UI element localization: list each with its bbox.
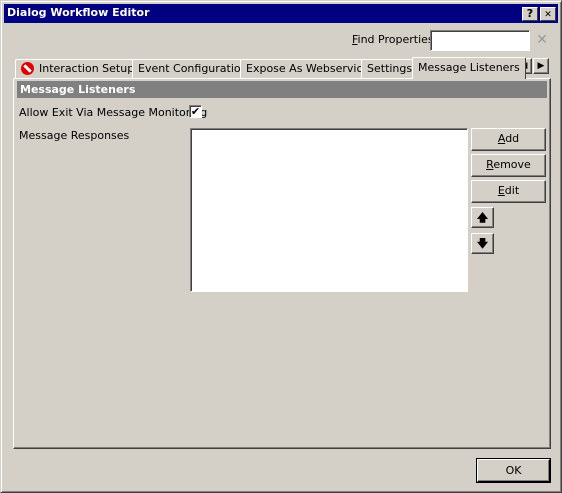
dialog-window: Dialog Workflow Editor ? ✕ Find Properti…: [0, 0, 562, 493]
tab-scroll-right-button[interactable]: ▶: [533, 58, 549, 74]
allow-exit-label: Allow Exit Via Message Monitoring: [19, 106, 208, 119]
tab-settings[interactable]: Settings: [361, 59, 419, 78]
arrow-up-icon: 🡅: [476, 211, 489, 224]
window-title: Dialog Workflow Editor: [7, 6, 150, 19]
tab-event-configuration[interactable]: Event Configuration: [132, 59, 254, 78]
tab-expose-as-webservice[interactable]: Expose As Webservice: [240, 59, 376, 78]
arrow-right-icon: ▶: [537, 61, 545, 71]
move-down-button[interactable]: 🡇: [471, 233, 494, 254]
checkmark-icon: ✔: [190, 105, 201, 118]
tab-message-listeners[interactable]: Message Listeners: [412, 57, 526, 79]
move-up-button[interactable]: 🡅: [471, 207, 494, 228]
message-listeners-panel: Message Listeners Allow Exit Via Message…: [13, 78, 551, 449]
ok-button[interactable]: OK: [476, 458, 551, 483]
message-responses-list[interactable]: [190, 128, 468, 292]
close-icon: ✕: [544, 10, 552, 20]
message-responses-label: Message Responses: [19, 129, 130, 142]
arrow-down-icon: 🡇: [476, 237, 489, 250]
close-button[interactable]: ✕: [540, 7, 556, 21]
tab-interaction-setup[interactable]: Interaction Setup: [15, 59, 141, 78]
title-bar[interactable]: Dialog Workflow Editor ? ✕: [4, 4, 558, 23]
allow-exit-checkbox[interactable]: ✔: [189, 105, 202, 118]
remove-button[interactable]: Remove: [471, 154, 546, 177]
clear-search-icon[interactable]: ✕: [535, 31, 549, 49]
section-header: Message Listeners: [17, 81, 547, 98]
add-button[interactable]: Add: [471, 128, 546, 151]
help-button[interactable]: ?: [522, 7, 538, 21]
tab-strip: Interaction Setup Event Configuration Ex…: [13, 57, 553, 79]
no-entry-icon: [21, 62, 34, 75]
help-icon: ?: [526, 7, 534, 20]
find-properties-label: Find Properties: [352, 33, 434, 46]
edit-button[interactable]: Edit: [471, 180, 546, 203]
find-properties-input[interactable]: [430, 30, 530, 51]
